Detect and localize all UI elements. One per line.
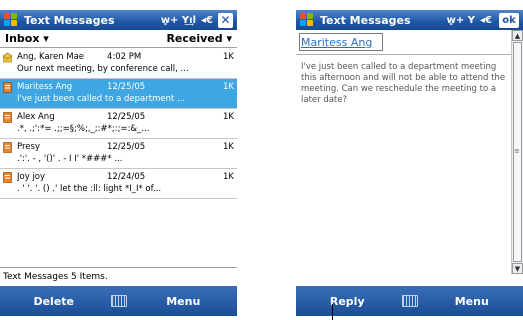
app-title: Text Messages	[24, 13, 115, 27]
sms-envelope-icon	[3, 112, 12, 123]
softkey-bar: Reply Menu	[296, 286, 523, 316]
message-preview: . ' '. '. () .' let the :ll: light *I_I*…	[17, 184, 162, 194]
message-row[interactable]: Joy joy 12/24/05 1K . ' '. '. () .' let …	[0, 169, 237, 199]
keyboard-button[interactable]	[108, 295, 130, 307]
softkey-bar: Delete Menu	[0, 286, 237, 316]
message-size: 1K	[223, 172, 234, 182]
ok-button[interactable]: ok	[499, 12, 519, 28]
message-preview: Our next meeting, by conference call, ..…	[17, 64, 189, 74]
windows-start-icon[interactable]	[300, 13, 314, 27]
message-size: 1K	[223, 142, 234, 152]
sms-envelope-icon	[3, 142, 12, 153]
message-date: 12/25/05	[107, 142, 146, 152]
message-date: 12/25/05	[107, 112, 146, 122]
open-envelope-icon	[3, 52, 12, 63]
message-size: 1K	[223, 112, 234, 122]
connectivity-signal-icon[interactable]: ᴡ̥+ Y͢ıl	[161, 15, 196, 26]
volume-icon[interactable]: ◂€	[201, 15, 213, 26]
message-date: 12/24/05	[107, 172, 146, 182]
sms-envelope-icon	[3, 172, 12, 183]
connectivity-signal-icon[interactable]: ᴡ̥+ Y	[447, 15, 475, 26]
vertical-scrollbar[interactable]: ▲ ▼	[511, 30, 523, 274]
message-preview: .*, .;':*= .;;=§;%;,_;:#*;:;=:&_...	[17, 124, 150, 134]
sender-link[interactable]: Maritess Ang	[299, 33, 383, 51]
menu-softkey[interactable]: Menu	[421, 295, 523, 308]
title-bar: Text Messages ᴡ̥+ Y ◂€ ok	[296, 10, 523, 30]
inbox-screen: Text Messages ᴡ̥+ Y͢ıl ◂€ ✕ Inbox ▾ Rece…	[0, 10, 237, 316]
scroll-down-icon[interactable]: ▼	[512, 263, 523, 274]
message-row[interactable]: Alex Ang 12/25/05 1K .*, .;':*= .;;=§;%;…	[0, 109, 237, 139]
scroll-thumb[interactable]	[513, 42, 522, 262]
divider	[296, 54, 512, 55]
message-sender: Ang, Karen Mae	[17, 52, 85, 62]
message-date: 12/25/05	[107, 82, 146, 92]
close-button[interactable]: ✕	[218, 12, 233, 28]
keyboard-icon	[110, 295, 127, 307]
scroll-up-icon[interactable]: ▲	[512, 30, 523, 41]
message-preview: I've just been called to a department ..…	[17, 94, 186, 104]
sms-envelope-icon	[3, 82, 12, 93]
message-date: 4:02 PM	[107, 52, 142, 62]
stylus-pointer	[332, 304, 333, 320]
message-preview: .':'. - , '()' . - I I' *###* ...	[17, 154, 123, 164]
message-row-selected[interactable]: Maritess Ang 12/25/05 1K I've just been …	[0, 79, 237, 109]
message-sender: Presy	[17, 142, 40, 152]
sort-bar: Inbox ▾ Received ▾	[0, 30, 237, 48]
menu-softkey[interactable]: Menu	[130, 295, 238, 308]
message-size: 1K	[223, 82, 234, 92]
title-bar: Text Messages ᴡ̥+ Y͢ıl ◂€ ✕	[0, 10, 237, 30]
message-sender: Alex Ang	[17, 112, 55, 122]
message-list: Ang, Karen Mae 4:02 PM 1K Our next meeti…	[0, 49, 237, 199]
sort-dropdown[interactable]: Received ▾	[166, 32, 232, 45]
delete-softkey[interactable]: Delete	[0, 295, 108, 308]
message-size: 1K	[223, 52, 234, 62]
message-view-screen: Text Messages ᴡ̥+ Y ◂€ ok Maritess Ang I…	[296, 10, 523, 316]
folder-dropdown[interactable]: Inbox ▾	[5, 32, 49, 45]
message-row[interactable]: Ang, Karen Mae 4:02 PM 1K Our next meeti…	[0, 49, 237, 79]
message-sender: Joy joy	[17, 172, 46, 182]
windows-start-icon[interactable]	[4, 13, 18, 27]
message-body: I've just been called to a department me…	[301, 62, 506, 105]
message-row[interactable]: Presy 12/25/05 1K .':'. - , '()' . - I I…	[0, 139, 237, 169]
reply-softkey[interactable]: Reply	[296, 295, 399, 308]
message-sender: Maritess Ang	[17, 82, 73, 92]
status-bar: Text Messages 5 Items.	[0, 267, 237, 286]
keyboard-icon	[401, 295, 418, 307]
volume-icon[interactable]: ◂€	[480, 15, 492, 26]
app-title: Text Messages	[320, 13, 411, 27]
keyboard-button[interactable]	[399, 295, 421, 307]
